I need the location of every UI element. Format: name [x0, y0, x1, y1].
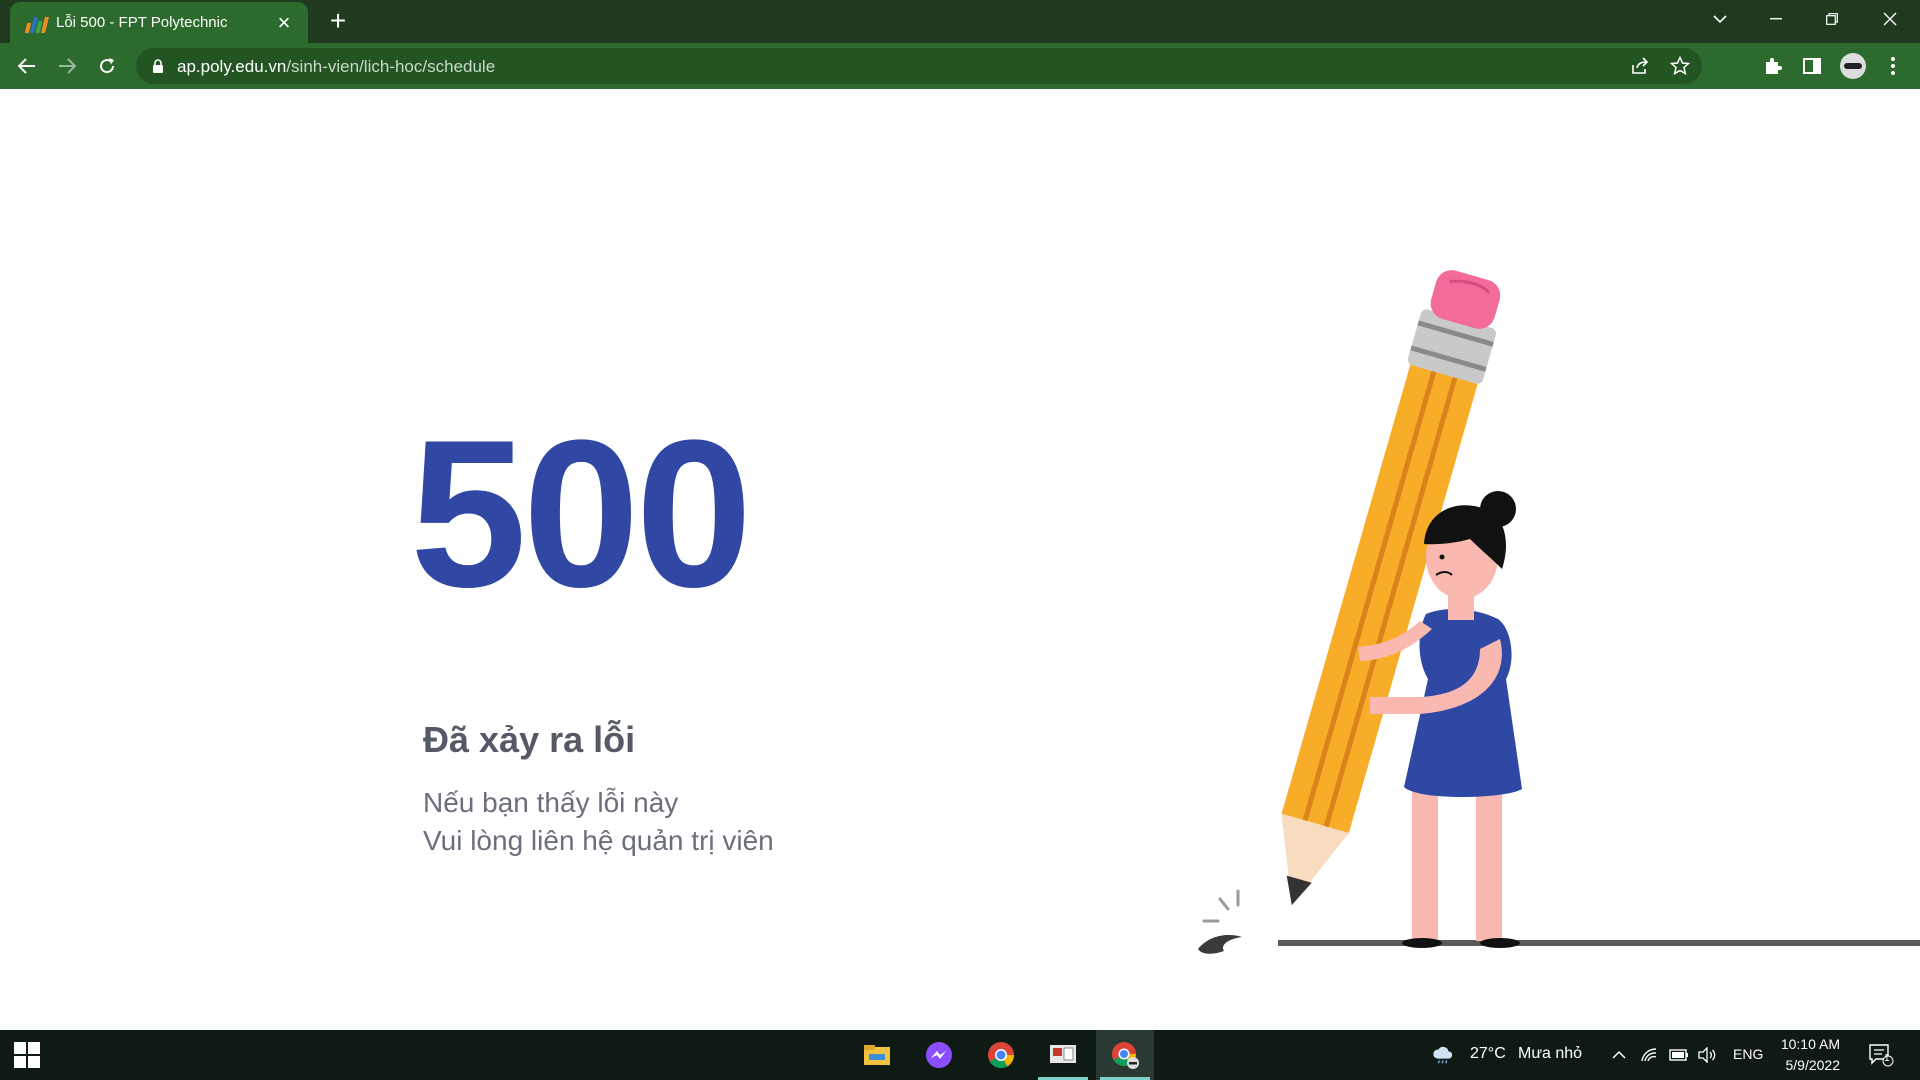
error-heading: Đã xảy ra lỗi [423, 719, 636, 760]
clock[interactable]: 10:10 AM 5/9/2022 [1776, 1034, 1840, 1076]
remote-desktop-icon[interactable] [1034, 1030, 1092, 1080]
tab-active[interactable]: Lỗi 500 - FPT Polytechnic × [10, 2, 308, 43]
bookmark-star-icon[interactable] [1668, 54, 1692, 78]
error-page: 500 Đã xảy ra lỗi Nếu bạn thấy lỗi này V… [0, 89, 1920, 1030]
messenger-icon[interactable] [910, 1030, 968, 1080]
windows-taskbar: 27°C Mưa nhỏ ENG 10:10 AM 5/9/2022 1 [0, 1030, 1920, 1080]
share-icon[interactable] [1628, 54, 1652, 78]
menu-kebab-icon[interactable] [1879, 52, 1907, 80]
tab-close-icon[interactable]: × [270, 9, 298, 37]
language-indicator[interactable]: ENG [1733, 1046, 1763, 1062]
windows-start-icon[interactable] [14, 1042, 40, 1068]
file-explorer-icon[interactable] [848, 1030, 906, 1080]
restore-icon[interactable] [1804, 0, 1860, 38]
url-host: ap.poly.edu.vn [177, 57, 287, 76]
fpt-logo-icon [24, 13, 48, 33]
error-code: 500 [410, 396, 752, 631]
tab-strip: Lỗi 500 - FPT Polytechnic × + [0, 0, 1920, 43]
girl-with-pencil-illustration [1198, 270, 1920, 954]
notification-count: 1 [1884, 1053, 1890, 1064]
back-icon[interactable] [11, 50, 43, 82]
new-tab-button[interactable]: + [322, 6, 354, 38]
lock-icon[interactable] [150, 58, 166, 74]
chevron-up-icon[interactable] [1608, 1044, 1630, 1066]
avatar [1840, 53, 1866, 79]
side-panel-icon[interactable] [1798, 52, 1826, 80]
cloud-rain-icon[interactable] [1432, 1044, 1454, 1066]
error-message-line-2: Vui lòng liên hệ quản trị viên [423, 825, 774, 856]
close-window-icon[interactable] [1862, 0, 1918, 38]
chrome-icon[interactable] [972, 1030, 1030, 1080]
clock-date: 5/9/2022 [1785, 1057, 1841, 1073]
error-message-line-1: Nếu bạn thấy lỗi này [423, 787, 679, 818]
url-path: /sinh-vien/lich-hoc/schedule [286, 57, 496, 76]
battery-icon[interactable] [1668, 1044, 1690, 1066]
extensions-icon[interactable] [1759, 52, 1787, 80]
address-bar[interactable]: ap.poly.edu.vn/sinh-vien/lich-hoc/schedu… [136, 48, 1702, 84]
forward-icon[interactable] [51, 50, 83, 82]
tab-title: Lỗi 500 - FPT Polytechnic [56, 14, 228, 31]
notification-icon[interactable]: 1 [1866, 1042, 1896, 1068]
minimize-icon[interactable] [1748, 0, 1804, 38]
tab-search-icon[interactable] [1692, 0, 1748, 38]
url-text[interactable]: ap.poly.edu.vn/sinh-vien/lich-hoc/schedu… [177, 57, 495, 77]
weather-desc[interactable]: Mưa nhỏ [1518, 1045, 1582, 1063]
profile-avatar[interactable] [1839, 52, 1867, 80]
reload-icon[interactable] [91, 50, 123, 82]
weather-temp[interactable]: 27°C [1470, 1045, 1506, 1063]
wifi-icon[interactable] [1638, 1044, 1660, 1066]
volume-icon[interactable] [1696, 1044, 1718, 1066]
clock-time: 10:10 AM [1780, 1036, 1840, 1052]
chrome-profile-icon[interactable] [1096, 1030, 1154, 1080]
browser-toolbar: ap.poly.edu.vn/sinh-vien/lich-hoc/schedu… [0, 43, 1920, 89]
